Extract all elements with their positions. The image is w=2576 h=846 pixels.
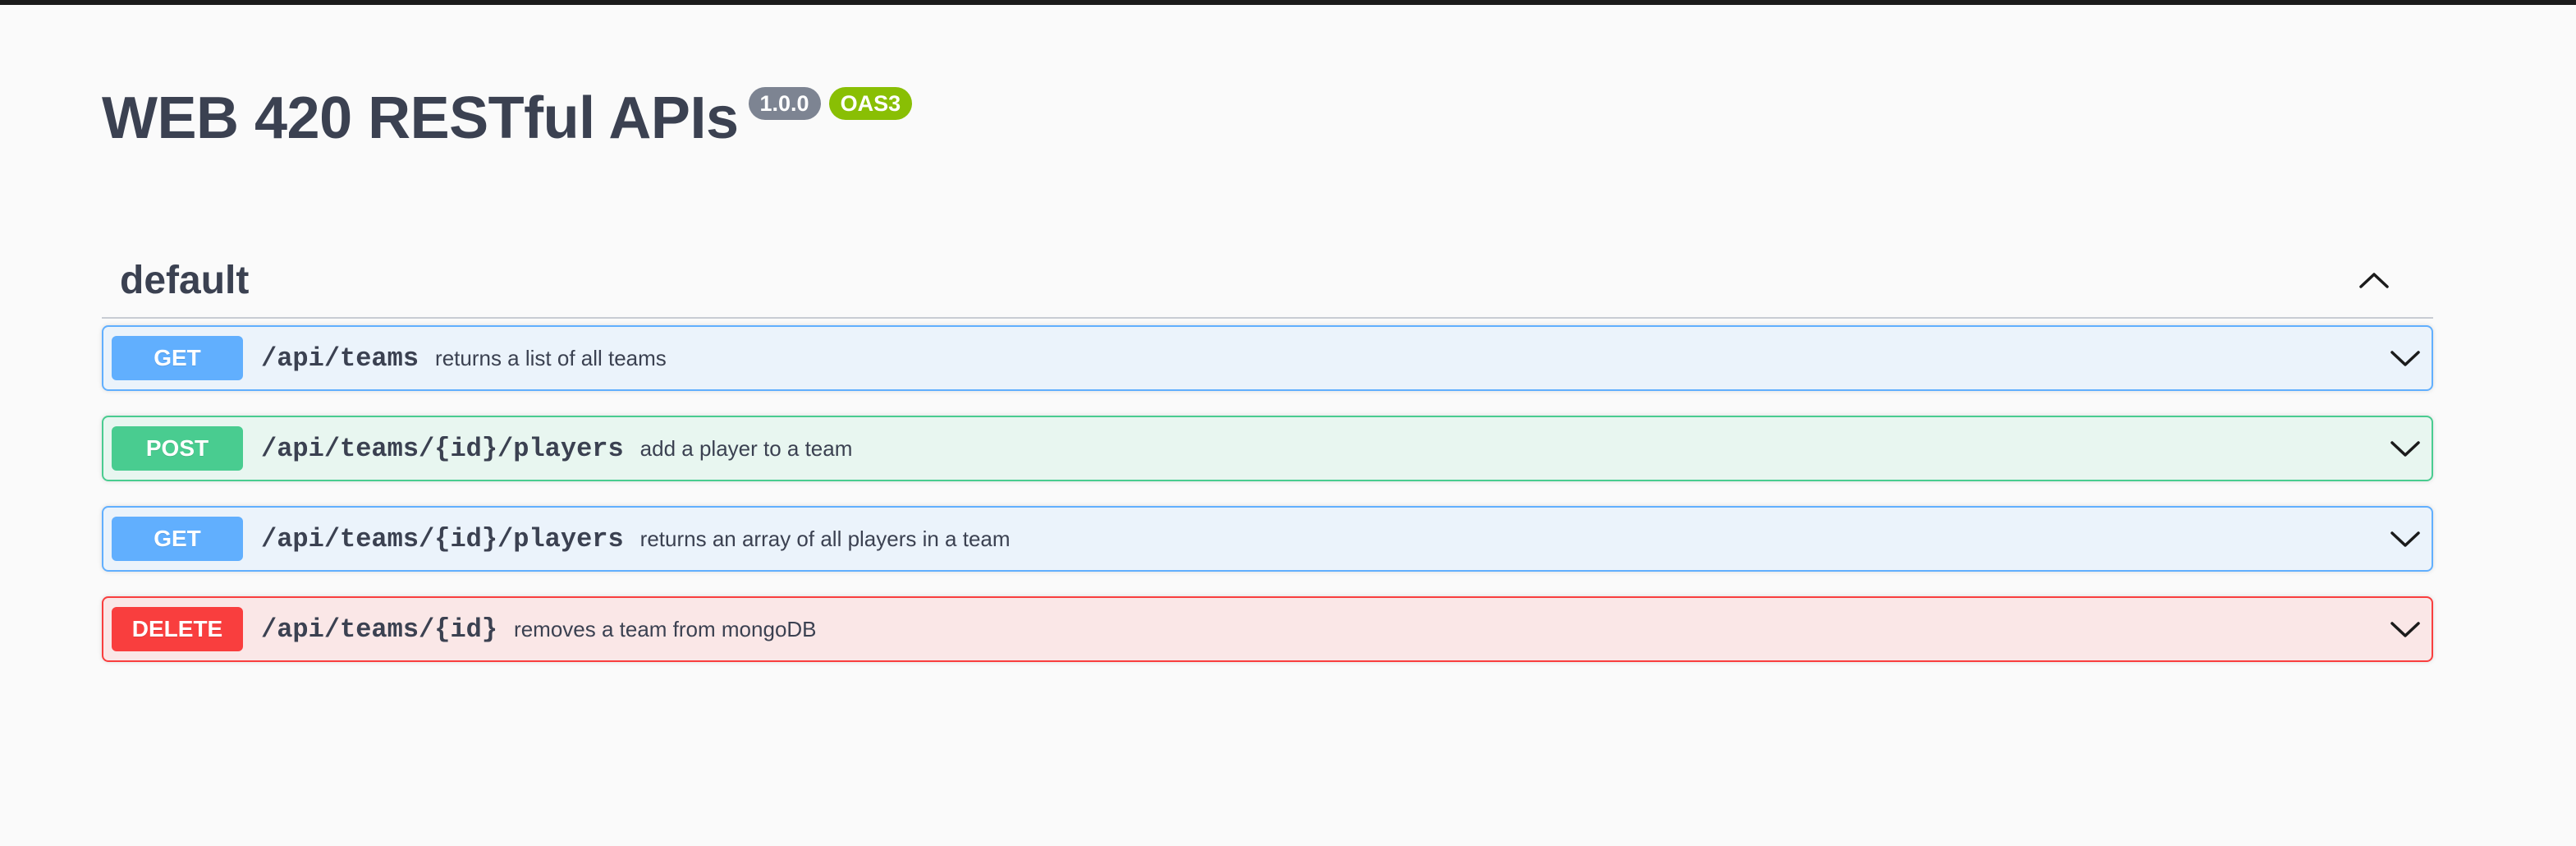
operations-list: GET /api/teams returns a list of all tea… — [102, 325, 2433, 662]
operation-summary: returns a list of all teams — [435, 345, 667, 370]
method-badge: DELETE — [112, 607, 243, 651]
tag-name: default — [120, 258, 250, 302]
chevron-up-icon[interactable] — [2358, 266, 2390, 294]
operation-path: /api/teams — [261, 343, 419, 374]
operation-path: /api/teams/{id} — [261, 614, 498, 645]
version-badge: 1.0.0 — [748, 87, 821, 120]
operation-path: /api/teams/{id}/players — [261, 433, 624, 464]
operation-get-teams[interactable]: GET /api/teams returns a list of all tea… — [102, 325, 2433, 391]
oas-badge: OAS3 — [828, 87, 913, 120]
tag-header[interactable]: default — [102, 243, 2433, 319]
operation-path: /api/teams/{id}/players — [261, 523, 624, 554]
operation-summary: add a player to a team — [639, 435, 853, 461]
chevron-down-icon[interactable] — [2389, 614, 2422, 644]
tag-section-default: default GET /api/teams returns a list of… — [102, 243, 2433, 687]
api-info: WEB 420 RESTful APIs 1.0.0 OAS3 — [102, 79, 913, 158]
operation-post-team-players[interactable]: POST /api/teams/{id}/players add a playe… — [102, 416, 2433, 481]
operation-delete-team[interactable]: DELETE /api/teams/{id} removes a team fr… — [102, 596, 2433, 662]
chevron-down-icon[interactable] — [2389, 343, 2422, 373]
method-badge: GET — [112, 517, 243, 561]
chevron-down-icon[interactable] — [2389, 524, 2422, 554]
operation-get-team-players[interactable]: GET /api/teams/{id}/players returns an a… — [102, 506, 2433, 572]
method-badge: GET — [112, 336, 243, 380]
method-badge: POST — [112, 426, 243, 471]
page-title: WEB 420 RESTful APIs — [102, 85, 739, 151]
top-bar — [0, 0, 2576, 5]
operation-summary: removes a team from mongoDB — [514, 616, 817, 641]
chevron-down-icon[interactable] — [2389, 434, 2422, 463]
operation-summary: returns an array of all players in a tea… — [639, 526, 1011, 551]
